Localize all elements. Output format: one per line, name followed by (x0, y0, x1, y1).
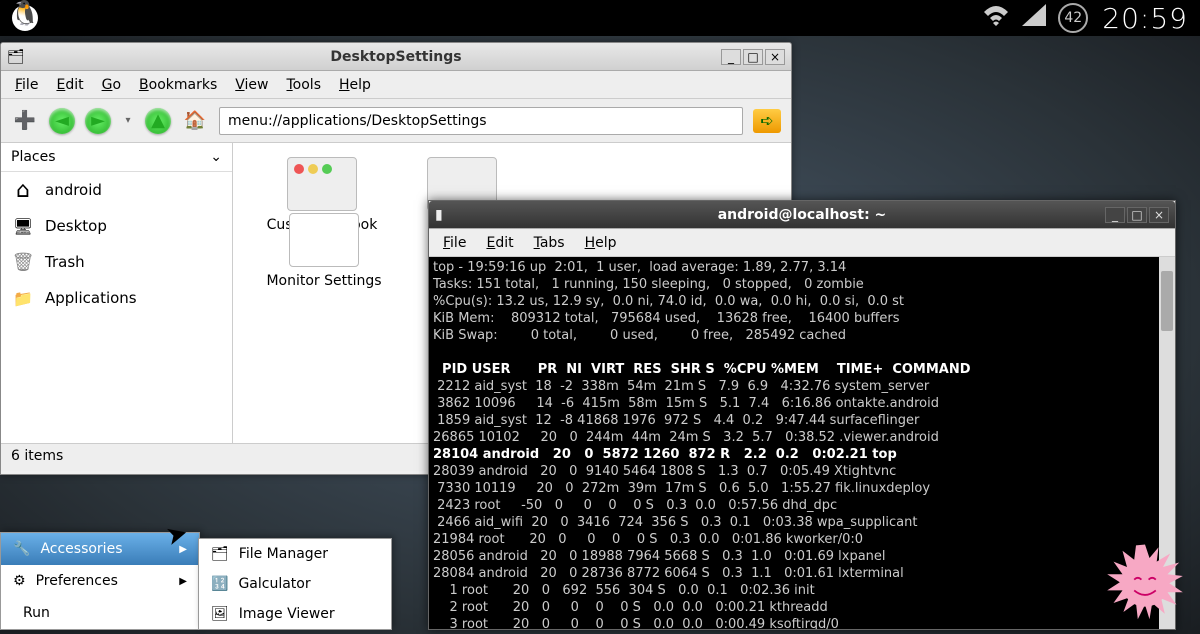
menu-go[interactable]: Go (102, 77, 121, 93)
sidebar-item-android[interactable]: android (1, 172, 232, 208)
sidebar-item-desktop[interactable]: Desktop (1, 208, 232, 244)
accessories-submenu[interactable]: 🗂 File Manager 🔢 Galculator 🖼 Image Viewer (198, 538, 392, 630)
top-rows: 2212 aid_syst 18 -2 338m 54m 21m S 7.9 6… (433, 379, 939, 629)
address-input[interactable] (219, 107, 743, 135)
item-label: Monitor Settings (259, 273, 389, 289)
chevron-down-icon[interactable]: ⌄ (210, 149, 222, 165)
clock: 20:59 (1102, 2, 1188, 35)
scrollbar-thumb[interactable] (1161, 271, 1173, 331)
menu-accessories[interactable]: 🔧 Accessories ▶ (1, 533, 199, 565)
close-button[interactable]: × (1149, 207, 1169, 223)
scissors-icon: 🔧 (13, 541, 30, 557)
forward-button[interactable]: ► (85, 108, 111, 134)
menu-bookmarks[interactable]: Bookmarks (139, 77, 217, 93)
trash-icon (11, 250, 35, 274)
back-button[interactable]: ◄ (49, 108, 75, 134)
top-header: top - 19:59:16 up 2:01, 1 user, load ave… (433, 260, 904, 343)
maximize-button[interactable]: □ (1127, 207, 1147, 223)
window-icon (287, 157, 357, 211)
places-label: Places (11, 149, 56, 165)
menu-item-label: Galculator (238, 576, 310, 592)
signal-icon (1022, 3, 1046, 33)
start-menu[interactable]: 🔧 Accessories ▶ ⚙ Preferences ▶ Run (0, 532, 200, 630)
calculator-icon: 🔢 (211, 576, 228, 592)
term-menubar: File Edit Tabs Help (429, 229, 1175, 257)
term-title: android@localhost: ~ (718, 207, 887, 223)
menu-item-label: File Manager (239, 546, 328, 562)
fm-toolbar: ➕ ◄ ► ▾ ▲ 🏠 ➪ (1, 99, 791, 143)
home-icon (11, 178, 35, 202)
fm-title-icon: 🗂 (7, 49, 25, 65)
sidebar-item-label: android (45, 181, 102, 199)
menu-help[interactable]: Help (339, 77, 371, 93)
sidebar-item-label: Desktop (45, 217, 107, 235)
menu-tools[interactable]: Tools (286, 77, 321, 93)
top-columns: PID USER PR NI VIRT RES SHR S %CPU %MEM … (433, 362, 971, 377)
menu-preferences[interactable]: ⚙ Preferences ▶ (1, 565, 199, 597)
menu-file[interactable]: File (443, 235, 466, 251)
submenu-file-manager[interactable]: 🗂 File Manager (199, 539, 391, 569)
status-bar: 42 20:59 (0, 0, 1200, 36)
linux-icon[interactable] (12, 5, 38, 31)
gear-icon: ⚙ (13, 573, 26, 589)
sidebar-item-trash[interactable]: Trash (1, 244, 232, 280)
menu-help[interactable]: Help (585, 235, 617, 251)
sidebar-item-label: Trash (45, 253, 85, 271)
sun-mascot (1100, 540, 1190, 630)
terminal-window[interactable]: ▮ android@localhost: ~ _ □ × File Edit T… (428, 200, 1176, 630)
menu-file[interactable]: File (15, 77, 38, 93)
apps-icon (11, 286, 35, 310)
terminal-icon: ▮ (435, 207, 443, 223)
menu-item-label: Accessories (40, 541, 122, 557)
submenu-galculator[interactable]: 🔢 Galculator (199, 569, 391, 599)
menu-run[interactable]: Run (1, 597, 199, 629)
history-dropdown[interactable]: ▾ (121, 107, 135, 135)
wifi-icon (982, 3, 1010, 33)
go-button[interactable]: ➪ (753, 109, 781, 133)
fm-menubar: File Edit Go Bookmarks View Tools Help (1, 71, 791, 99)
menu-edit[interactable]: Edit (486, 235, 513, 251)
menu-item-label: Image Viewer (239, 606, 335, 622)
fm-titlebar[interactable]: 🗂 DesktopSettings _ □ × (1, 43, 791, 71)
term-titlebar[interactable]: ▮ android@localhost: ~ _ □ × (429, 201, 1175, 229)
minimize-button[interactable]: _ (1105, 207, 1125, 223)
close-button[interactable]: × (765, 49, 785, 65)
menu-tabs[interactable]: Tabs (534, 235, 565, 251)
sidebar-item-applications[interactable]: Applications (1, 280, 232, 316)
places-sidebar: Places ⌄ android Desktop Trash Applicati… (1, 143, 233, 443)
battery-badge: 42 (1058, 3, 1088, 33)
folder-icon: 🗂 (211, 546, 229, 562)
fm-title: DesktopSettings (330, 49, 461, 65)
terminal-output[interactable]: top - 19:59:16 up 2:01, 1 user, load ave… (429, 257, 1175, 629)
item-monitor-settings[interactable]: Monitor Settings (259, 213, 389, 289)
home-button[interactable]: 🏠 (181, 107, 209, 135)
maximize-button[interactable]: □ (743, 49, 763, 65)
menu-item-label: Preferences (36, 573, 118, 589)
chevron-right-icon: ▶ (179, 576, 187, 587)
submenu-image-viewer[interactable]: 🖼 Image Viewer (199, 599, 391, 629)
desktop-icon (11, 214, 35, 238)
sidebar-item-label: Applications (45, 289, 137, 307)
up-button[interactable]: ▲ (145, 108, 171, 134)
menu-edit[interactable]: Edit (56, 77, 83, 93)
new-tab-button[interactable]: ➕ (11, 107, 39, 135)
menu-view[interactable]: View (235, 77, 268, 93)
image-icon: 🖼 (211, 606, 229, 622)
minimize-button[interactable]: _ (721, 49, 741, 65)
menu-item-label: Run (23, 605, 50, 621)
chevron-right-icon: ▶ (179, 544, 187, 555)
document-icon (289, 213, 359, 267)
places-header[interactable]: Places ⌄ (1, 143, 232, 172)
